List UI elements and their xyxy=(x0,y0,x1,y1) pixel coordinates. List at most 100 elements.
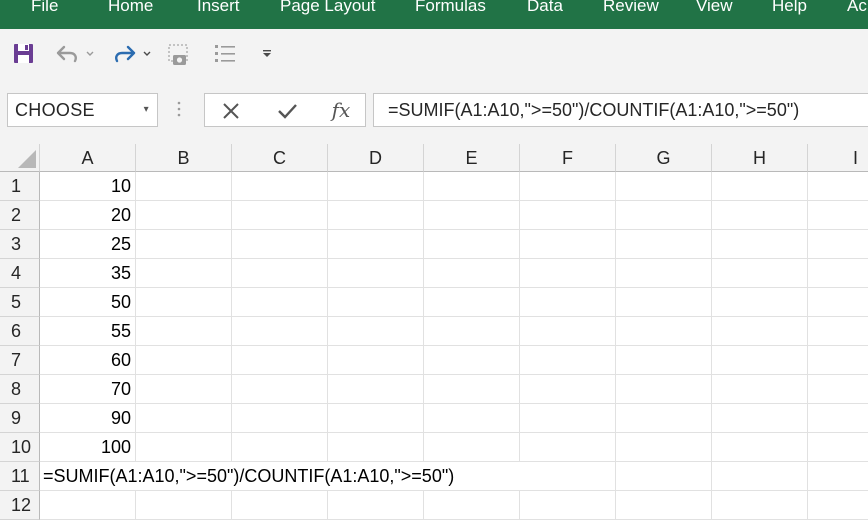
cell-a12[interactable] xyxy=(40,491,136,520)
save-icon[interactable] xyxy=(12,40,36,68)
cell-f12[interactable] xyxy=(520,491,616,520)
row-header-8[interactable]: 8 xyxy=(0,375,40,404)
cell-g9[interactable] xyxy=(616,404,712,433)
select-all-button[interactable] xyxy=(0,144,40,172)
cell-g11[interactable] xyxy=(616,462,712,491)
cell-e5[interactable] xyxy=(424,288,520,317)
cell-a7[interactable]: 60 xyxy=(40,346,136,375)
cell-a5[interactable]: 50 xyxy=(40,288,136,317)
row-header-12[interactable]: 12 xyxy=(0,491,40,520)
cell-i6[interactable] xyxy=(808,317,868,346)
cell-i1[interactable] xyxy=(808,172,868,201)
cell-c10[interactable] xyxy=(232,433,328,462)
cell-g10[interactable] xyxy=(616,433,712,462)
cell-c2[interactable] xyxy=(232,201,328,230)
cell-d12[interactable] xyxy=(328,491,424,520)
tab-page-layout[interactable]: Page Layout xyxy=(280,0,375,16)
cell-i9[interactable] xyxy=(808,404,868,433)
cell-h12[interactable] xyxy=(712,491,808,520)
cell-b2[interactable] xyxy=(136,201,232,230)
cell-e6[interactable] xyxy=(424,317,520,346)
cell-a1[interactable]: 10 xyxy=(40,172,136,201)
cell-b3[interactable] xyxy=(136,230,232,259)
cell-f8[interactable] xyxy=(520,375,616,404)
cell-b12[interactable] xyxy=(136,491,232,520)
tab-formulas[interactable]: Formulas xyxy=(415,0,486,16)
cell-g8[interactable] xyxy=(616,375,712,404)
column-header-f[interactable]: F xyxy=(520,144,616,172)
cell-c5[interactable] xyxy=(232,288,328,317)
row-header-5[interactable]: 5 xyxy=(0,288,40,317)
cell-c1[interactable] xyxy=(232,172,328,201)
cell-f9[interactable] xyxy=(520,404,616,433)
cell-e2[interactable] xyxy=(424,201,520,230)
tab-home[interactable]: Home xyxy=(108,0,153,16)
tab-help[interactable]: Help xyxy=(772,0,807,16)
customize-dropdown-icon[interactable] xyxy=(259,40,275,68)
tab-review[interactable]: Review xyxy=(603,0,659,16)
cell-g3[interactable] xyxy=(616,230,712,259)
cell-g5[interactable] xyxy=(616,288,712,317)
column-header-e[interactable]: E xyxy=(424,144,520,172)
cell-g7[interactable] xyxy=(616,346,712,375)
cell-h4[interactable] xyxy=(712,259,808,288)
cell-e10[interactable] xyxy=(424,433,520,462)
cell-g6[interactable] xyxy=(616,317,712,346)
cell-d9[interactable] xyxy=(328,404,424,433)
cell-d3[interactable] xyxy=(328,230,424,259)
cell-a3[interactable]: 25 xyxy=(40,230,136,259)
undo-icon[interactable] xyxy=(53,40,97,68)
cell-b4[interactable] xyxy=(136,259,232,288)
cell-d8[interactable] xyxy=(328,375,424,404)
cell-i5[interactable] xyxy=(808,288,868,317)
cell-h1[interactable] xyxy=(712,172,808,201)
tab-file[interactable]: File xyxy=(31,0,58,16)
cell-c6[interactable] xyxy=(232,317,328,346)
cell-h8[interactable] xyxy=(712,375,808,404)
row-header-7[interactable]: 7 xyxy=(0,346,40,375)
list-icon[interactable] xyxy=(212,40,240,68)
cell-i10[interactable] xyxy=(808,433,868,462)
cell-d10[interactable] xyxy=(328,433,424,462)
cell-e4[interactable] xyxy=(424,259,520,288)
cell-d1[interactable] xyxy=(328,172,424,201)
cell-d4[interactable] xyxy=(328,259,424,288)
cell-e8[interactable] xyxy=(424,375,520,404)
cell-a2[interactable]: 20 xyxy=(40,201,136,230)
cell-f5[interactable] xyxy=(520,288,616,317)
column-header-h[interactable]: H xyxy=(712,144,808,172)
cell-a11[interactable]: =SUMIF(A1:A10,">=50")/COUNTIF(A1:A10,">=… xyxy=(40,462,540,491)
cell-e9[interactable] xyxy=(424,404,520,433)
cell-g4[interactable] xyxy=(616,259,712,288)
column-header-d[interactable]: D xyxy=(328,144,424,172)
cell-c4[interactable] xyxy=(232,259,328,288)
cell-i2[interactable] xyxy=(808,201,868,230)
cell-h3[interactable] xyxy=(712,230,808,259)
cell-c12[interactable] xyxy=(232,491,328,520)
cell-e7[interactable] xyxy=(424,346,520,375)
cell-a8[interactable]: 70 xyxy=(40,375,136,404)
cell-f10[interactable] xyxy=(520,433,616,462)
formula-input[interactable]: =SUMIF(A1:A10,">=50")/COUNTIF(A1:A10,">=… xyxy=(373,93,868,127)
cell-c8[interactable] xyxy=(232,375,328,404)
cell-h6[interactable] xyxy=(712,317,808,346)
cell-f3[interactable] xyxy=(520,230,616,259)
cell-b10[interactable] xyxy=(136,433,232,462)
cell-d5[interactable] xyxy=(328,288,424,317)
cell-i11[interactable] xyxy=(808,462,868,491)
cell-a9[interactable]: 90 xyxy=(40,404,136,433)
redo-icon[interactable] xyxy=(110,40,154,68)
cell-d2[interactable] xyxy=(328,201,424,230)
cell-f1[interactable] xyxy=(520,172,616,201)
row-header-10[interactable]: 10 xyxy=(0,433,40,462)
cell-c3[interactable] xyxy=(232,230,328,259)
cell-e1[interactable] xyxy=(424,172,520,201)
column-header-a[interactable]: A xyxy=(40,144,136,172)
cell-h10[interactable] xyxy=(712,433,808,462)
row-header-9[interactable]: 9 xyxy=(0,404,40,433)
cell-b6[interactable] xyxy=(136,317,232,346)
camera-icon[interactable] xyxy=(166,40,196,68)
cell-h2[interactable] xyxy=(712,201,808,230)
cell-c9[interactable] xyxy=(232,404,328,433)
cell-i12[interactable] xyxy=(808,491,868,520)
